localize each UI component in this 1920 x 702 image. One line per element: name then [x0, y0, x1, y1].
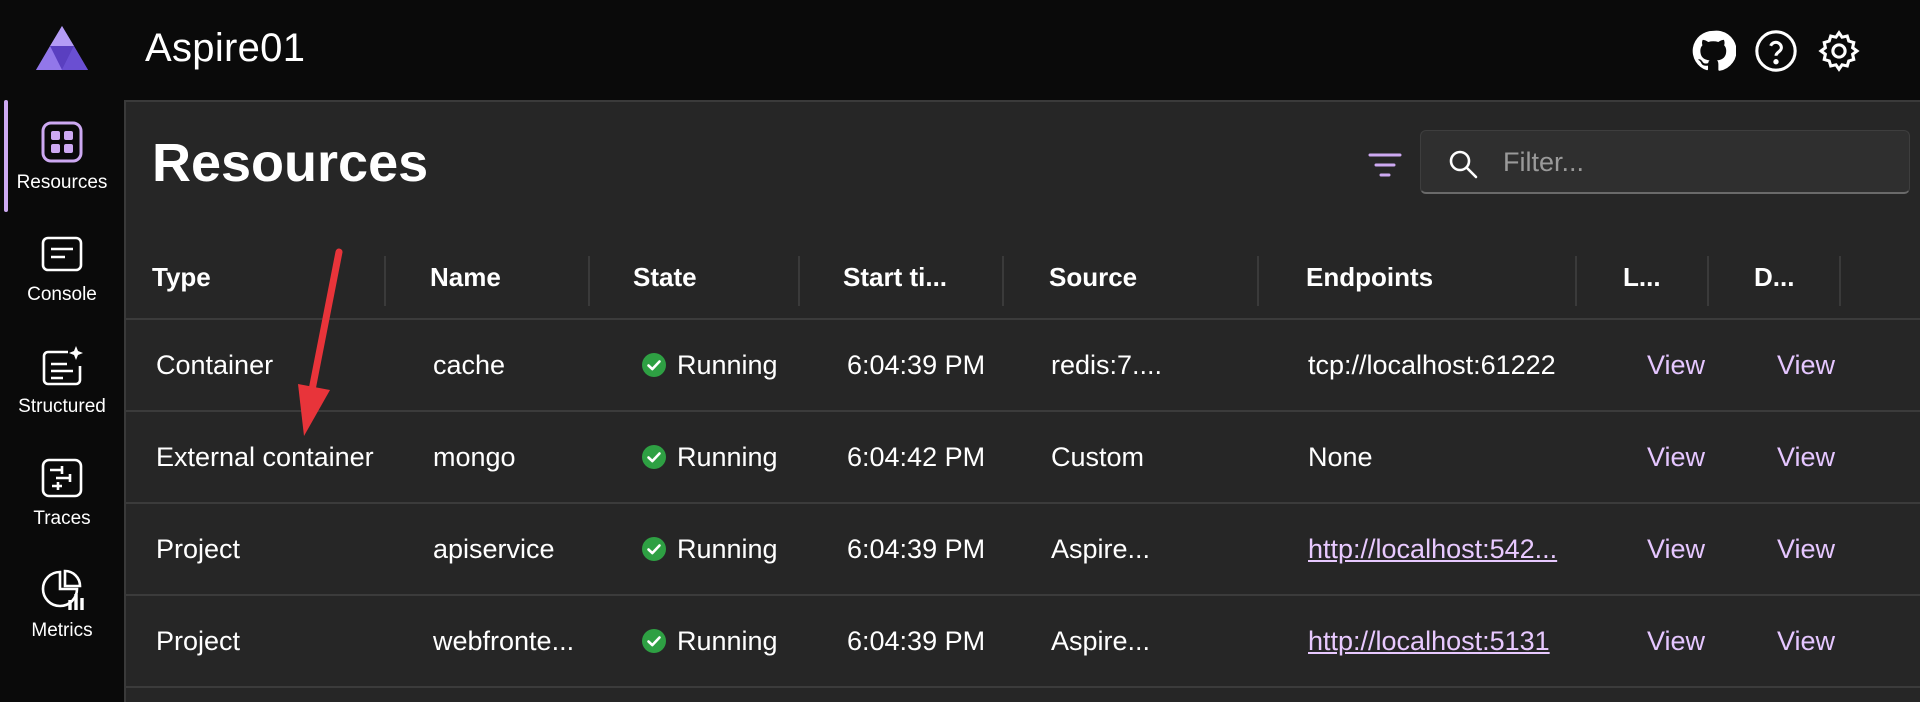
state-label: Running: [677, 350, 778, 380]
cell-type: Project: [156, 534, 241, 564]
view-logs-link[interactable]: View: [1647, 412, 1705, 502]
search-input[interactable]: [1501, 141, 1891, 183]
column-resize-handle[interactable]: [1002, 256, 1004, 306]
resources-table: Type Name State Start ti... Source Endpo…: [126, 234, 1920, 688]
console-icon: [41, 236, 83, 272]
column-resize-handle[interactable]: [384, 256, 386, 306]
column-resize-handle[interactable]: [1707, 256, 1709, 306]
view-logs-link[interactable]: View: [1647, 320, 1705, 410]
page-title: Resources: [152, 133, 429, 193]
app-title: Aspire01: [145, 26, 306, 70]
sidebar-item-label: Traces: [33, 508, 91, 529]
column-header-state[interactable]: State: [633, 234, 697, 320]
sidebar-item-console[interactable]: Console: [0, 212, 124, 324]
column-header-endpoints[interactable]: Endpoints: [1306, 234, 1433, 320]
endpoint-link[interactable]: http://localhost:5131: [1308, 596, 1550, 686]
column-resize-handle[interactable]: [588, 256, 590, 306]
table-header: Type Name State Start ti... Source Endpo…: [126, 234, 1920, 320]
table-row[interactable]: Container cache Running 6:04:39 PM redis…: [126, 320, 1920, 412]
cell-source: Aspire...: [1051, 534, 1151, 564]
column-header-logs[interactable]: L...: [1623, 234, 1661, 320]
column-header-details[interactable]: D...: [1754, 234, 1794, 320]
view-details-link[interactable]: View: [1777, 596, 1835, 686]
running-status-icon: [642, 537, 666, 561]
resources-icon: [41, 121, 83, 163]
sidebar-item-label: Resources: [16, 172, 108, 193]
view-logs-link[interactable]: View: [1647, 504, 1705, 594]
running-status-icon: [642, 353, 666, 377]
cell-state: Running: [641, 320, 778, 410]
cell-start-time: 6:04:39 PM: [847, 350, 986, 380]
cell-start-time: 6:04:42 PM: [847, 442, 986, 472]
help-icon[interactable]: [1753, 28, 1799, 74]
table-row[interactable]: Project apiservice Running 6:04:39 PM As…: [126, 504, 1920, 596]
column-resize-handle[interactable]: [1839, 256, 1841, 306]
github-icon[interactable]: [1690, 28, 1737, 74]
cell-type: External container: [156, 442, 374, 472]
sidebar-item-structured[interactable]: Structured: [0, 324, 124, 436]
state-label: Running: [677, 626, 778, 656]
cell-start-time: 6:04:39 PM: [847, 534, 986, 564]
table-row[interactable]: Project webfronte... Running 6:04:39 PM …: [126, 596, 1920, 688]
column-header-name[interactable]: Name: [430, 234, 501, 320]
search-box[interactable]: [1420, 130, 1910, 194]
aspire-logo[interactable]: [34, 24, 90, 74]
cell-name: mongo: [433, 442, 516, 472]
cell-name: cache: [433, 350, 506, 380]
cell-start-time: 6:04:39 PM: [847, 626, 986, 656]
sidebar-item-resources[interactable]: Resources: [0, 100, 124, 212]
table-row[interactable]: External container mongo Running 6:04:42…: [126, 412, 1920, 504]
top-header: Aspire01: [0, 0, 1920, 100]
state-label: Running: [677, 534, 778, 564]
view-details-link[interactable]: View: [1777, 320, 1835, 410]
cell-endpoint: None: [1308, 442, 1373, 472]
cell-endpoint: tcp://localhost:61222: [1308, 350, 1556, 380]
view-logs-link[interactable]: View: [1647, 596, 1705, 686]
cell-name: apiservice: [433, 534, 555, 564]
active-indicator: [4, 100, 8, 212]
cell-state: Running: [641, 504, 778, 594]
main-panel: Resources Type Name State Start ti... So…: [124, 100, 1920, 702]
sidebar-nav: Resources Console Structured Traces Metr…: [0, 100, 124, 702]
column-header-source[interactable]: Source: [1049, 234, 1137, 320]
cell-source: Custom: [1051, 442, 1145, 472]
cell-name: webfronte...: [433, 626, 575, 656]
state-label: Running: [677, 442, 778, 472]
cell-state: Running: [641, 412, 778, 502]
sidebar-item-label: Structured: [18, 396, 106, 417]
sidebar-item-label: Console: [27, 284, 97, 305]
cell-type: Project: [156, 626, 241, 656]
sidebar-item-traces[interactable]: Traces: [0, 436, 124, 548]
metrics-icon: [41, 569, 84, 610]
column-resize-handle[interactable]: [798, 256, 800, 306]
sidebar-item-label: Metrics: [31, 620, 93, 641]
cell-source: Aspire...: [1051, 626, 1151, 656]
column-header-start-time[interactable]: Start ti...: [843, 234, 947, 320]
settings-icon[interactable]: [1816, 28, 1862, 74]
cell-type: Container: [156, 350, 274, 380]
search-icon: [1449, 150, 1478, 179]
column-header-type[interactable]: Type: [152, 234, 211, 320]
filter-icon[interactable]: [1366, 146, 1404, 184]
column-resize-handle[interactable]: [1575, 256, 1577, 306]
cell-state: Running: [641, 596, 778, 686]
running-status-icon: [642, 629, 666, 653]
view-details-link[interactable]: View: [1777, 504, 1835, 594]
column-resize-handle[interactable]: [1257, 256, 1259, 306]
cell-source: redis:7....: [1051, 350, 1163, 380]
structured-icon: [42, 346, 83, 386]
view-details-link[interactable]: View: [1777, 412, 1835, 502]
running-status-icon: [642, 445, 666, 469]
endpoint-link[interactable]: http://localhost:542...: [1308, 504, 1557, 594]
sidebar-item-metrics[interactable]: Metrics: [0, 548, 124, 660]
traces-icon: [41, 458, 83, 498]
